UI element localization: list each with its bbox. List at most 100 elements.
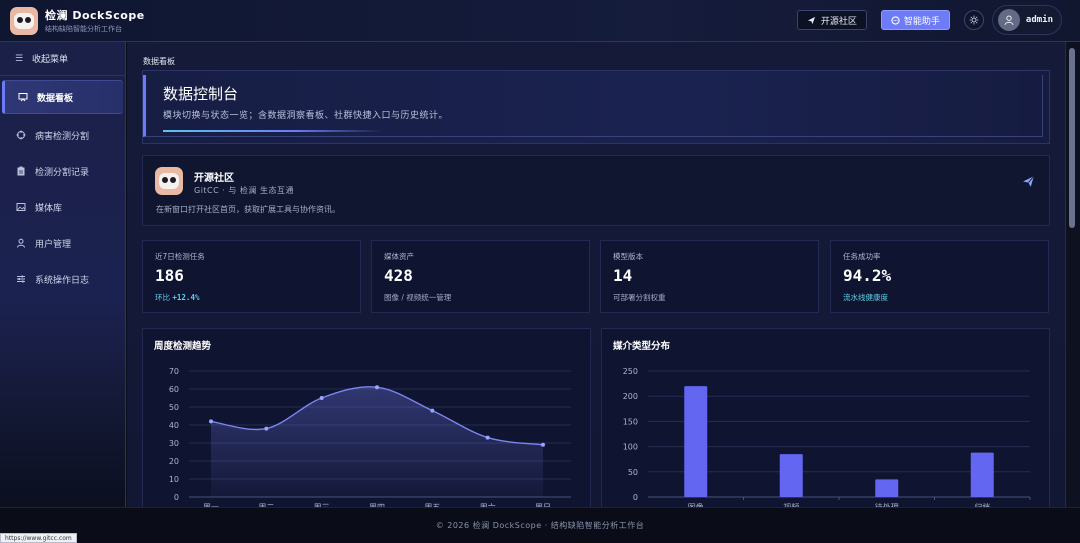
stat-value: 14 bbox=[613, 266, 633, 285]
weekly-trend-chart: 010203040506070周一周二周三周四周五周六周日 bbox=[169, 367, 571, 507]
robot-logo-icon bbox=[155, 167, 183, 195]
clipboard-icon bbox=[16, 166, 26, 176]
stat-label: 近7日检测任务 bbox=[155, 252, 205, 261]
data-point bbox=[541, 442, 545, 447]
open-community-button[interactable]: 开源社区 bbox=[796, 10, 867, 30]
data-point bbox=[375, 385, 379, 390]
user-menu[interactable]: admin bbox=[991, 5, 1062, 35]
data-point bbox=[319, 396, 324, 400]
y-tick-label: 50 bbox=[628, 468, 638, 477]
data-point bbox=[264, 426, 269, 431]
stat-card-tasks: 近7日检测任务 186 环比 +12.4% bbox=[142, 240, 361, 313]
stat-note: 环比 +12.4% bbox=[155, 292, 199, 303]
sliders-icon bbox=[16, 274, 26, 284]
page-title: 数据控制台 bbox=[163, 85, 239, 103]
user-avatar-icon bbox=[1004, 15, 1014, 26]
app-header: 检澜 DockScope 结构缺陷智能分析工作台 开源社区 智能助手 admin bbox=[0, 0, 1080, 42]
sidebar-item-user-management[interactable]: 用户管理 bbox=[0, 226, 125, 260]
scrollbar-thumb[interactable] bbox=[1069, 48, 1075, 228]
stat-value: 186 bbox=[155, 266, 184, 285]
y-tick-label: 50 bbox=[169, 403, 179, 412]
y-tick-label: 60 bbox=[169, 385, 179, 394]
avatar bbox=[997, 9, 1020, 31]
y-tick-label: 10 bbox=[169, 475, 179, 484]
stat-note: 流水线健康度 bbox=[843, 293, 888, 302]
main-content: 数据看板 数据控制台 模块切换与状态一览；含数据洞察看板、社群快捷入口与历史统计… bbox=[127, 42, 1065, 507]
stat-value: 428 bbox=[384, 266, 413, 285]
stat-change: +12.4% bbox=[172, 293, 200, 302]
stat-label: 模型版本 bbox=[613, 252, 643, 261]
section-label: 数据看板 bbox=[143, 57, 175, 66]
page-subtitle: 模块切换与状态一览；含数据洞察看板、社群快捷入口与历史统计。 bbox=[163, 111, 449, 121]
sidebar-item-operation-logs[interactable]: 系统操作日志 bbox=[0, 262, 125, 296]
accent-line bbox=[163, 130, 383, 132]
stat-note-prefix: 环比 bbox=[155, 293, 173, 302]
y-tick-label: 0 bbox=[633, 493, 638, 502]
stat-card-success-rate: 任务成功率 94.2% 流水线健康度 bbox=[830, 240, 1049, 313]
y-tick-label: 150 bbox=[623, 417, 638, 426]
y-tick-label: 200 bbox=[623, 392, 638, 401]
community-title: 开源社区 bbox=[194, 173, 234, 184]
open-community-label: 开源社区 bbox=[820, 16, 857, 27]
user-name: admin bbox=[1025, 15, 1053, 25]
hero-banner: 数据控制台 模块切换与状态一览；含数据洞察看板、社群快捷入口与历史统计。 bbox=[142, 70, 1050, 144]
dashboard-icon bbox=[18, 92, 28, 102]
brand[interactable]: 检澜 DockScope 结构缺陷智能分析工作台 bbox=[0, 6, 145, 35]
data-point bbox=[209, 419, 213, 424]
menu-icon: ☰ bbox=[14, 53, 24, 64]
bar bbox=[779, 454, 803, 497]
smart-assistant-button[interactable]: 智能助手 bbox=[880, 10, 950, 30]
stat-note: 可部署分割权重 bbox=[613, 293, 666, 302]
sidebar-item-label: 用户管理 bbox=[35, 239, 72, 250]
data-point bbox=[485, 435, 490, 440]
bar bbox=[684, 386, 708, 497]
stat-value: 94.2% bbox=[843, 266, 892, 285]
y-tick-label: 40 bbox=[169, 421, 179, 430]
bar bbox=[875, 479, 899, 497]
theme-toggle-button[interactable] bbox=[963, 10, 984, 30]
status-bar-url: https://www.gitcc.com bbox=[0, 533, 77, 543]
sidebar-item-label: 检测分割记录 bbox=[35, 167, 90, 178]
community-card[interactable]: 开源社区 GitCC · 与 检澜 生态互通 在新窗口打开社区首页，获取扩展工具… bbox=[142, 155, 1050, 226]
brand-title: 检澜 DockScope bbox=[45, 9, 145, 22]
series-area bbox=[211, 386, 543, 497]
y-tick-label: 30 bbox=[169, 439, 179, 448]
stat-card-model-versions: 模型版本 14 可部署分割权重 bbox=[600, 240, 819, 313]
crosshair-icon bbox=[16, 130, 26, 140]
bar bbox=[970, 452, 994, 497]
sidebar: ☰ 收起菜单 数据看板 病害检测分割 检测分割记录 媒体库 用户管理 系统操作日… bbox=[0, 42, 126, 507]
y-tick-label: 250 bbox=[623, 367, 638, 376]
send-icon bbox=[807, 16, 815, 24]
community-subtitle: GitCC · 与 检澜 生态互通 bbox=[194, 186, 294, 195]
send-icon[interactable] bbox=[1022, 175, 1035, 191]
sidebar-item-label: 媒体库 bbox=[35, 203, 63, 214]
footer: © 2026 检澜 DockScope · 结构缺陷智能分析工作台 bbox=[0, 507, 1080, 543]
sidebar-item-records[interactable]: 检测分割记录 bbox=[0, 154, 125, 188]
weekly-trend-panel: 周度检测趋势 010203040506070周一周二周三周四周五周六周日 bbox=[142, 328, 591, 507]
sidebar-item-label: 病害检测分割 bbox=[35, 131, 90, 142]
sidebar-item-media-library[interactable]: 媒体库 bbox=[0, 190, 125, 224]
stat-label: 任务成功率 bbox=[843, 252, 881, 261]
sidebar-item-dashboard[interactable]: 数据看板 bbox=[2, 80, 123, 114]
data-point bbox=[430, 408, 435, 413]
scrollbar[interactable] bbox=[1065, 42, 1080, 507]
sidebar-item-label: 系统操作日志 bbox=[35, 275, 90, 286]
stat-card-media-assets: 媒体资产 428 图像 / 视频统一管理 bbox=[371, 240, 590, 313]
stat-label: 媒体资产 bbox=[384, 252, 414, 261]
chat-bubble-icon bbox=[891, 15, 900, 25]
y-tick-label: 0 bbox=[174, 493, 179, 502]
community-description: 在新窗口打开社区首页，获取扩展工具与协作资讯。 bbox=[156, 205, 340, 214]
image-icon bbox=[16, 202, 26, 212]
media-distribution-panel: 媒介类型分布 050100150200250图像视频待处理归档 bbox=[601, 328, 1050, 507]
y-tick-label: 20 bbox=[169, 457, 179, 466]
media-distribution-chart: 050100150200250图像视频待处理归档 bbox=[623, 367, 1031, 507]
y-tick-label: 100 bbox=[623, 443, 638, 452]
sidebar-item-label: 数据看板 bbox=[37, 93, 74, 104]
collapse-menu-button[interactable]: ☰ 收起菜单 bbox=[0, 42, 125, 76]
brand-subtitle: 结构缺陷智能分析工作台 bbox=[45, 25, 122, 33]
sun-icon bbox=[969, 15, 979, 25]
sidebar-item-defect-segmentation[interactable]: 病害检测分割 bbox=[0, 118, 125, 152]
robot-logo-icon bbox=[10, 6, 38, 35]
smart-assistant-label: 智能助手 bbox=[903, 16, 940, 27]
footer-text: © 2026 检澜 DockScope · 结构缺陷智能分析工作台 bbox=[435, 521, 645, 530]
